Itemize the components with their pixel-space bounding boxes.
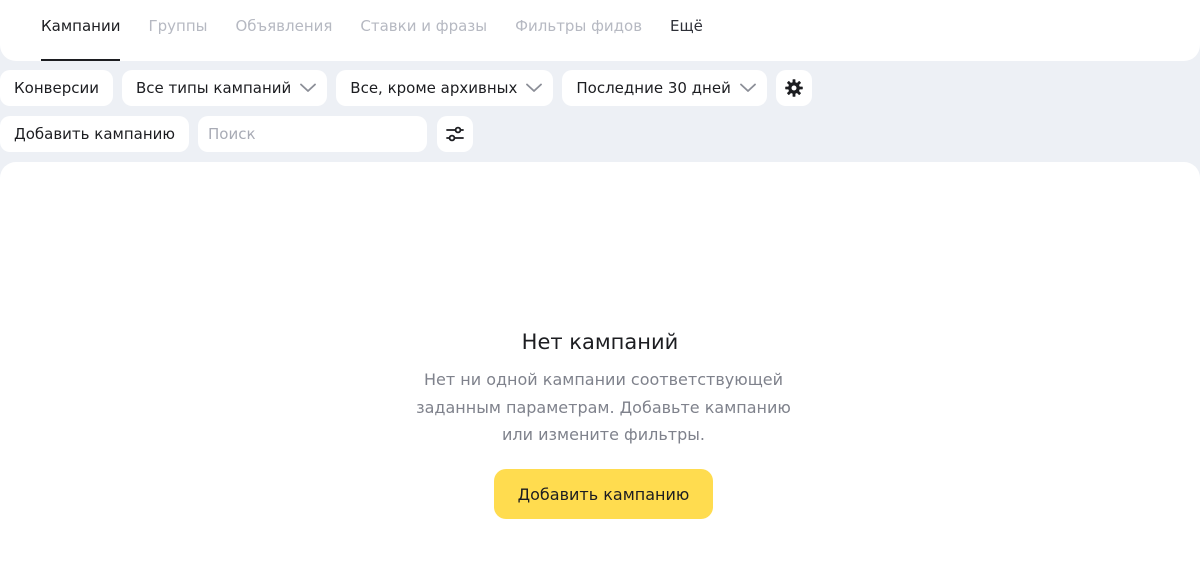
period-select[interactable]: Последние 30 дней [562, 70, 767, 106]
tab-bids-and-phrases[interactable]: Ставки и фразы [360, 0, 487, 61]
campaigns-panel: Нет кампаний Нет ни одной кампании соотв… [0, 162, 1200, 582]
search-input[interactable] [198, 116, 428, 152]
campaign-status-value: Все, кроме архивных [350, 79, 518, 97]
tab-more[interactable]: Ещё [670, 0, 703, 61]
settings-button[interactable] [775, 70, 812, 106]
chevron-down-icon [739, 79, 757, 97]
campaign-type-select[interactable]: Все типы кампаний [121, 70, 328, 106]
conversions-button[interactable]: Конверсии [0, 70, 113, 106]
add-campaign-button[interactable]: Добавить кампанию [0, 116, 190, 152]
tab-ads[interactable]: Объявления [235, 0, 332, 61]
tabs: Кампании Группы Объявления Ставки и фраз… [41, 0, 731, 61]
tab-feed-filters[interactable]: Фильтры фидов [515, 0, 642, 61]
period-value: Последние 30 дней [576, 79, 731, 97]
gear-icon [785, 79, 803, 97]
empty-state-title: Нет кампаний [521, 330, 679, 354]
empty-state-text: Нет ни одной кампании соответствующей за… [416, 370, 791, 444]
add-campaign-cta-button[interactable]: Добавить кампанию [494, 469, 713, 519]
chevron-down-icon [525, 79, 543, 97]
conversions-label: Конверсии [14, 79, 99, 97]
sliders-icon [446, 126, 464, 142]
top-tabs-bar: Кампании Группы Объявления Ставки и фраз… [0, 0, 1200, 61]
tab-groups[interactable]: Группы [148, 0, 207, 61]
add-campaign-label: Добавить кампанию [14, 125, 176, 143]
campaign-type-value: Все типы кампаний [135, 79, 292, 97]
campaign-status-select[interactable]: Все, кроме архивных [336, 70, 554, 106]
tab-campaigns[interactable]: Кампании [41, 0, 121, 61]
actions-row: Добавить кампанию [0, 116, 474, 152]
filter-settings-button[interactable] [437, 116, 474, 152]
chevron-down-icon [299, 79, 317, 97]
filters-row: Конверсии Все типы кампаний Все, кроме а… [0, 70, 812, 106]
